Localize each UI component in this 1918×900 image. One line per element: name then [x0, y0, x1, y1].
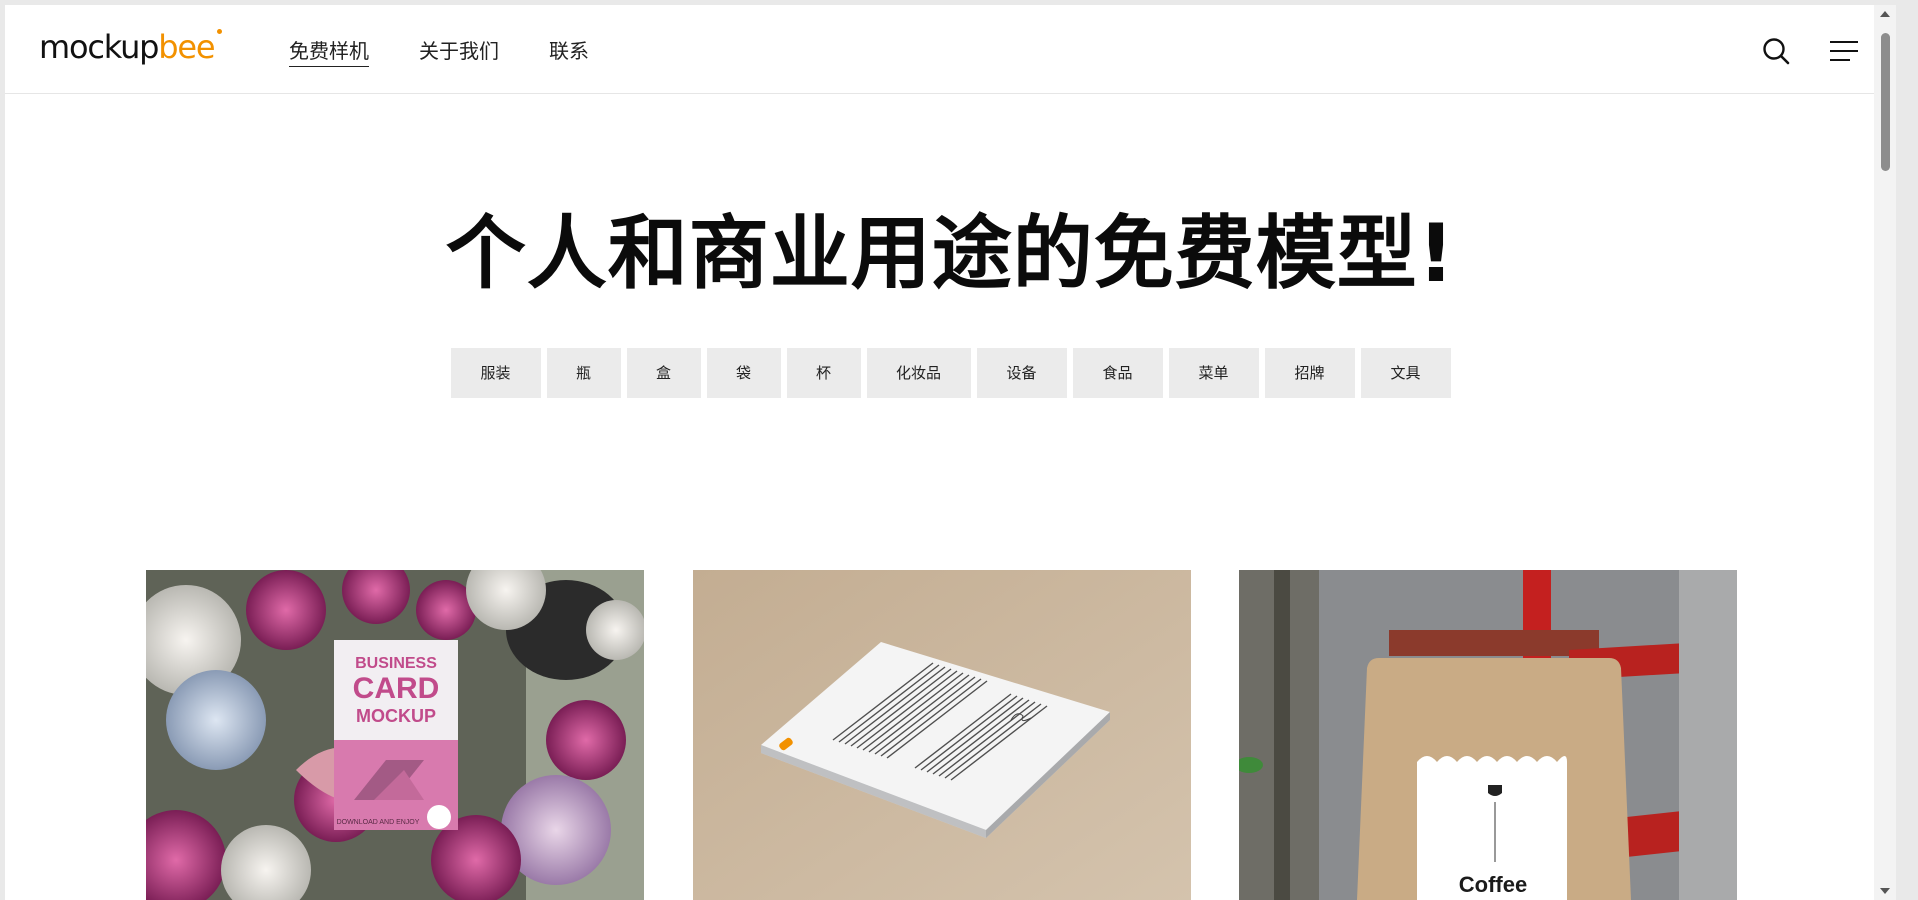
- scroll-up-arrow-icon[interactable]: [1880, 11, 1890, 17]
- tag-devices[interactable]: 设备: [976, 348, 1067, 398]
- tag-bottle[interactable]: 瓶: [546, 348, 621, 398]
- tag-box[interactable]: 盒: [626, 348, 701, 398]
- coffee-label: Coffee: [1459, 872, 1527, 897]
- logo-main: mockup: [39, 28, 159, 66]
- tag-signage[interactable]: 招牌: [1264, 348, 1355, 398]
- card-text-line3: MOCKUP: [356, 706, 436, 726]
- paper-stack-image: [693, 570, 1191, 900]
- nav-item-free-mockups[interactable]: 免费样机: [289, 39, 369, 67]
- logo-dot: [217, 29, 223, 34]
- hamburger-menu-icon[interactable]: [1828, 35, 1860, 67]
- coffee-pouch-image: Coffee: [1239, 570, 1737, 900]
- tag-cosmetics[interactable]: 化妆品: [866, 348, 971, 398]
- tag-stationery[interactable]: 文具: [1360, 348, 1451, 398]
- mockup-card-coffee-pouch[interactable]: Coffee: [1239, 570, 1737, 900]
- tag-bag[interactable]: 袋: [706, 348, 781, 398]
- browser-viewport: mockupbee 免费样机 关于我们 联系 个人和商业用途的免费模型! 服装 …: [5, 5, 1896, 900]
- mockup-card-business-card[interactable]: BUSINESS CARD MOCKUP DOWNLOAD AND ENJOY: [146, 570, 644, 900]
- card-text-line2: CARD: [353, 672, 440, 705]
- business-card-image: BUSINESS CARD MOCKUP DOWNLOAD AND ENJOY: [146, 570, 644, 900]
- page-title: 个人和商业用途的免费模型!: [445, 207, 1456, 300]
- site-header: mockupbee 免费样机 关于我们 联系: [5, 5, 1896, 94]
- logo[interactable]: mockupbee: [39, 27, 223, 67]
- mockup-card-paper-stack[interactable]: [693, 570, 1191, 900]
- scrollbar[interactable]: [1874, 5, 1896, 900]
- category-tags: 服装 瓶 盒 袋 杯 化妆品 设备 食品 菜单 招牌 文具: [5, 348, 1896, 398]
- tag-food[interactable]: 食品: [1072, 348, 1163, 398]
- main-nav: 免费样机 关于我们 联系: [289, 39, 639, 67]
- nav-item-contact[interactable]: 联系: [549, 39, 589, 67]
- tag-menu[interactable]: 菜单: [1168, 348, 1259, 398]
- card-text-footer: DOWNLOAD AND ENJOY: [337, 819, 420, 826]
- header-actions: [1760, 35, 1860, 67]
- search-icon[interactable]: [1760, 35, 1792, 67]
- logo-accent: bee: [158, 28, 215, 66]
- tag-cup[interactable]: 杯: [786, 348, 861, 398]
- scroll-down-arrow-icon[interactable]: [1880, 888, 1890, 894]
- tag-apparel[interactable]: 服装: [450, 348, 541, 398]
- nav-item-about[interactable]: 关于我们: [419, 39, 499, 67]
- card-text-line1: BUSINESS: [355, 655, 437, 672]
- scroll-thumb[interactable]: [1881, 33, 1890, 171]
